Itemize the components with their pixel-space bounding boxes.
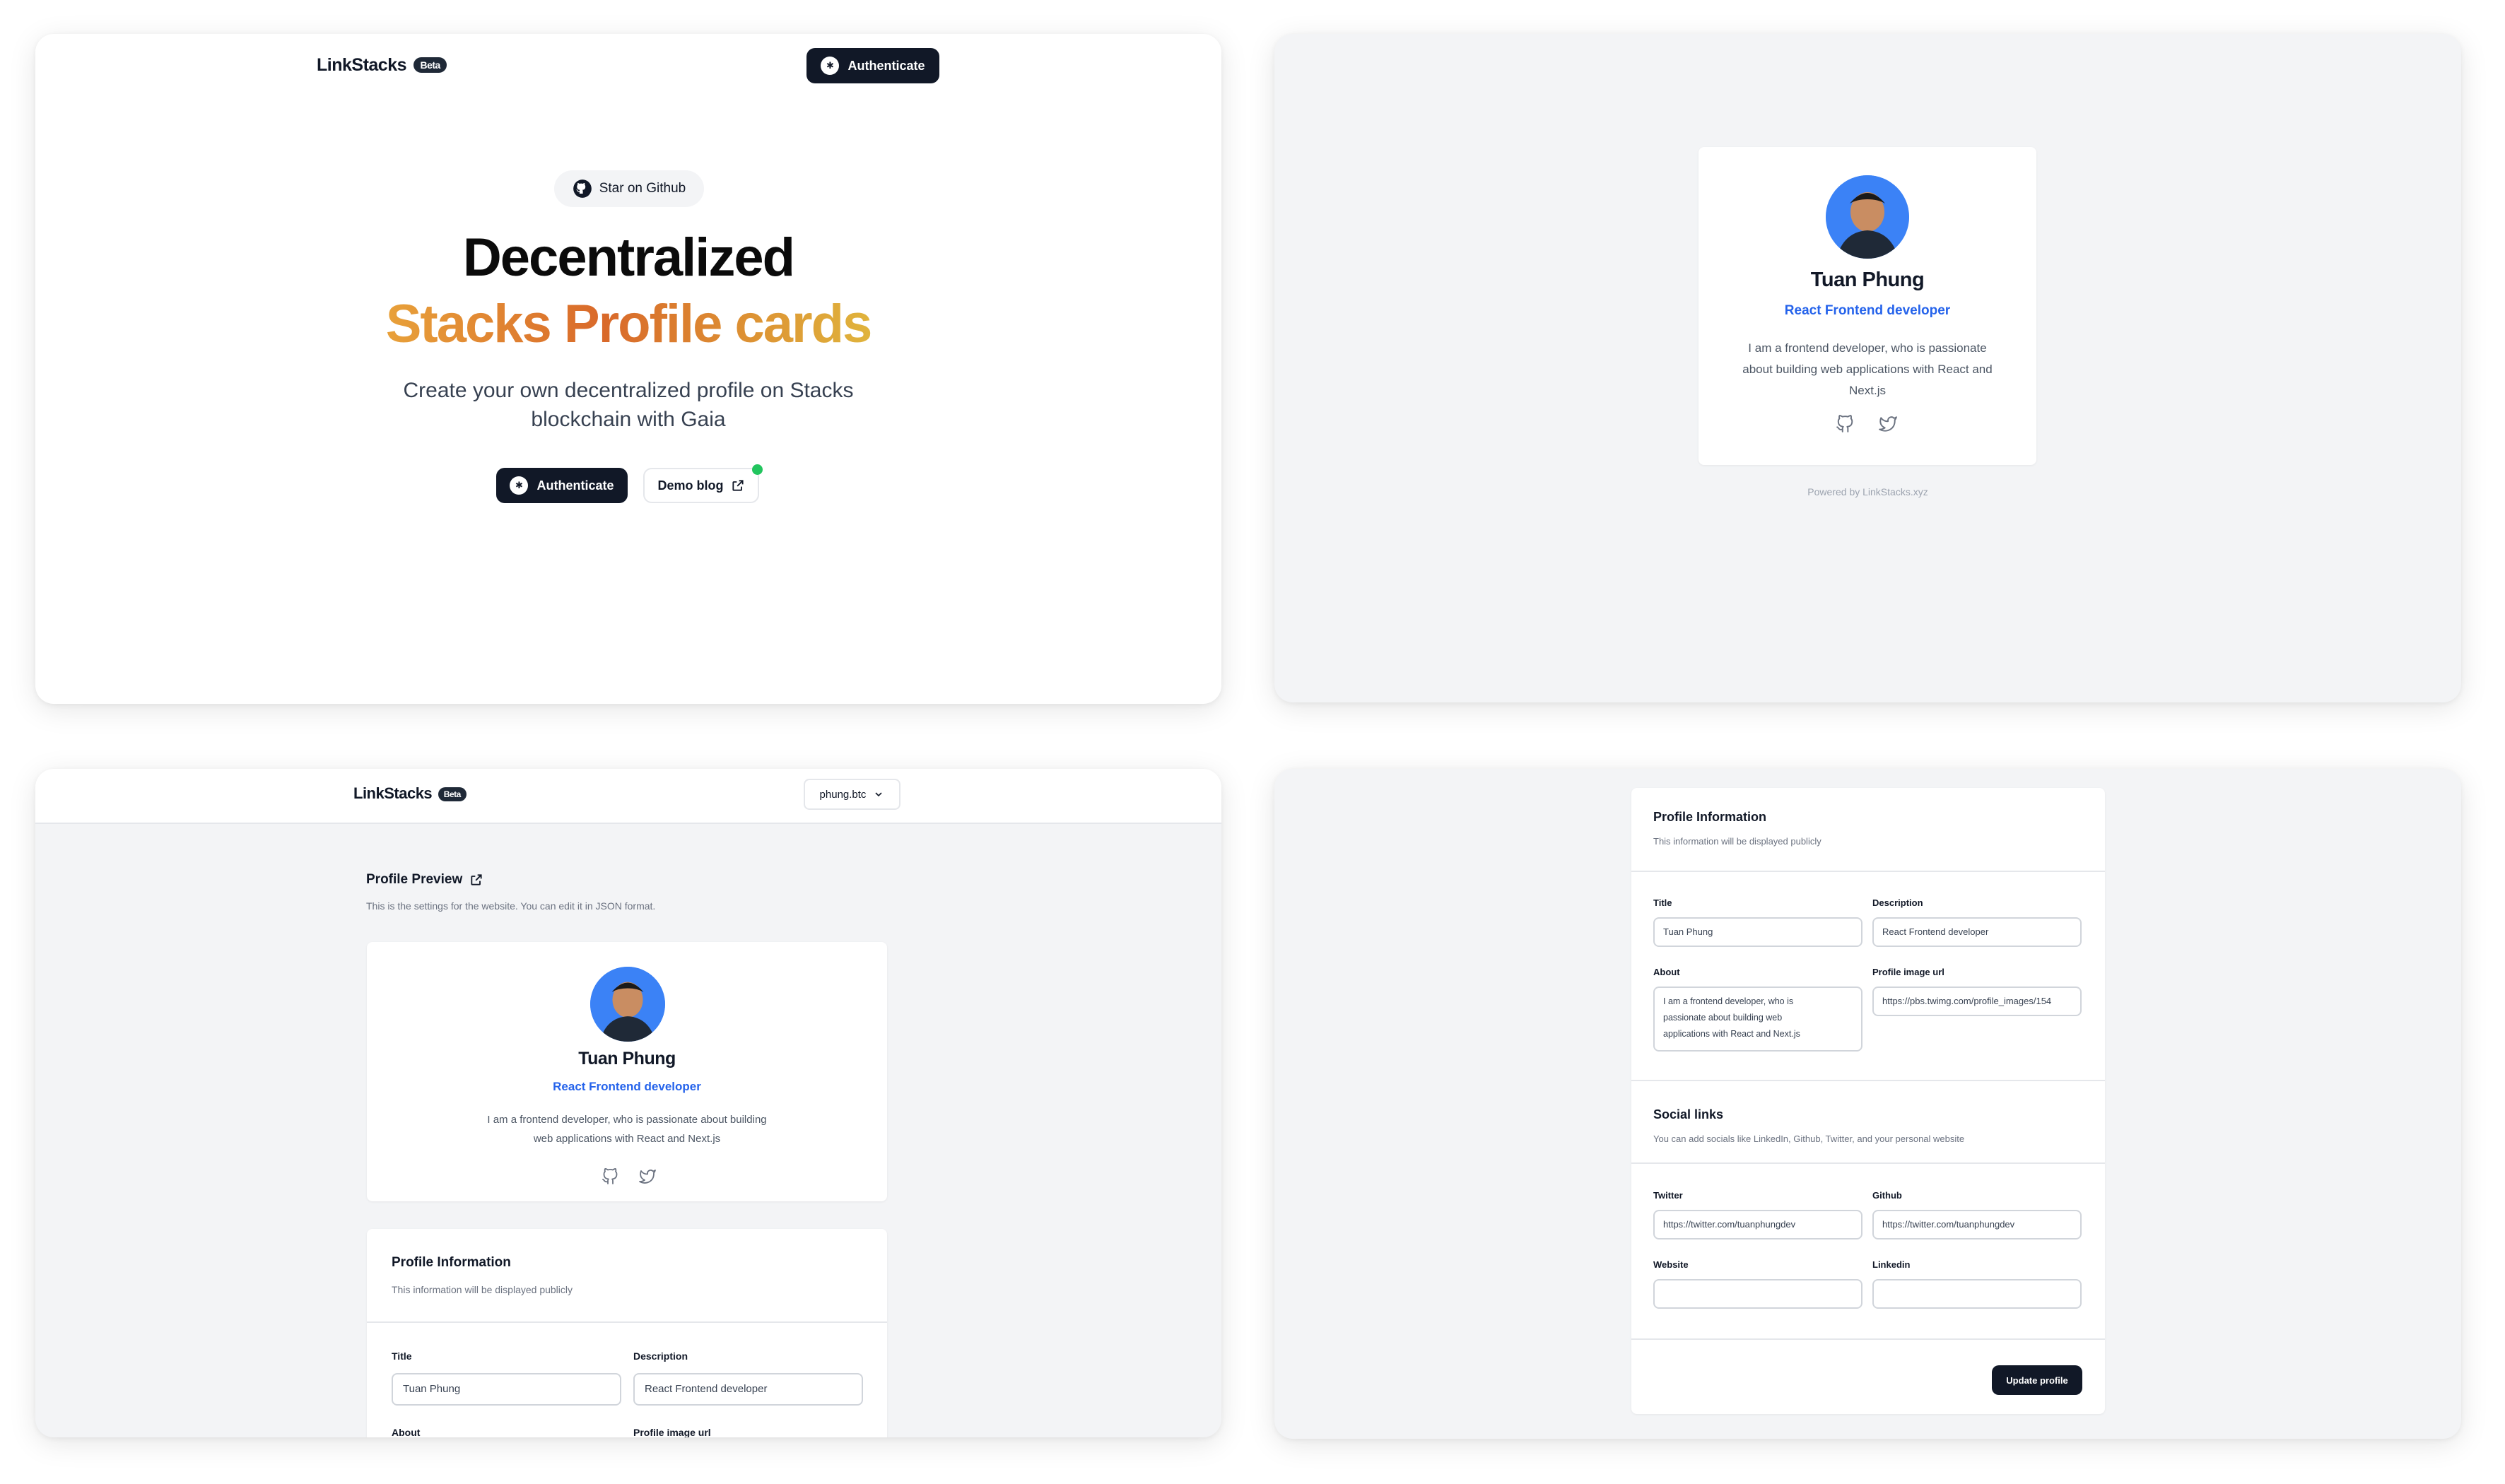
hero-authenticate-label: Authenticate (536, 478, 614, 493)
twitter-input[interactable]: https://twitter.com/tuanphungdev (1653, 1210, 1862, 1239)
avatar-image (590, 967, 665, 1042)
github-input[interactable]: https://twitter.com/tuanphungdev (1872, 1210, 2082, 1239)
profile-about-line: web applications with React and Next.js (533, 1133, 721, 1145)
profile-about-line: I am a frontend developer, who is passio… (487, 1114, 767, 1126)
headline-gradient-text: Stacks Profile cards (385, 294, 873, 354)
profile-image-url-label: Profile image url (1872, 967, 1944, 977)
divider (1631, 871, 2105, 872)
powered-by-footer: Powered by LinkStacks.xyz (1807, 486, 1928, 497)
star-on-github-pill[interactable]: Star on Github (554, 170, 704, 207)
landing-screen: LinkStacks Beta ✱ Authenticate Star on G… (35, 34, 1221, 704)
headline-line-1: Decentralized (462, 228, 795, 288)
profile-preview-subtitle: This is the settings for the website. Yo… (366, 900, 656, 912)
beta-badge: Beta (413, 57, 447, 73)
profile-preview-title: Profile Preview (366, 872, 463, 887)
external-link-icon (471, 874, 482, 885)
section-title: Profile Information (1653, 810, 1767, 824)
nav-authenticate-button[interactable]: ✱ Authenticate (806, 48, 939, 83)
description-input[interactable]: React Frontend developer (1872, 917, 2082, 947)
status-dot (752, 464, 763, 475)
account-name: phung.btc (819, 788, 867, 801)
about-label: About (392, 1427, 421, 1437)
profile-information-card: Profile Information This information wil… (367, 1229, 887, 1437)
avatar-image (1826, 175, 1909, 259)
dashboard-screen: LinkStacks Beta phung.btc Profile Previe… (35, 769, 1221, 1437)
public-profile-screen: Tuan Phung React Frontend developer I am… (1274, 34, 2461, 702)
linkedin-input[interactable] (1872, 1279, 2082, 1309)
about-textarea-line: passionate about building web (1663, 1013, 1783, 1023)
hero-subtitle-line-2: blockchain with Gaia (531, 408, 726, 431)
section-subtitle: This information will be displayed publi… (1653, 836, 1821, 847)
description-label: Description (1872, 897, 1923, 908)
demo-blog-button[interactable]: Demo blog (643, 468, 759, 503)
avatar (1826, 175, 1909, 259)
twitter-icon[interactable] (638, 1168, 657, 1185)
github-icon[interactable] (1836, 415, 1854, 433)
profile-image-url-label: Profile image url (633, 1427, 711, 1437)
description-input[interactable]: React Frontend developer (633, 1373, 863, 1406)
headline-line-2: Stacks Profile cards (35, 293, 1221, 355)
social-links-title: Social links (1653, 1107, 1724, 1121)
profile-about-line: I am a frontend developer, who is passio… (1748, 341, 1987, 355)
hero-authenticate-button[interactable]: ✱ Authenticate (496, 468, 628, 503)
demo-blog-label: Demo blog (657, 478, 724, 493)
twitter-icon[interactable] (1878, 415, 1898, 433)
external-link-icon (732, 480, 744, 491)
title-input[interactable]: Tuan Phung (392, 1373, 621, 1406)
brand-name: LinkStacks (317, 55, 407, 75)
hero-subtitle: Create your own decentralized profile on… (35, 376, 1221, 434)
title-label: Title (1653, 897, 1672, 908)
preview-card: Tuan Phung React Frontend developer I am… (367, 942, 887, 1201)
twitter-label: Twitter (1653, 1190, 1683, 1201)
stacks-icon: ✱ (510, 476, 529, 495)
brand-name: LinkStacks (353, 784, 433, 802)
section-subtitle: This information will be displayed publi… (392, 1284, 573, 1295)
divider (367, 1321, 887, 1323)
hero-subtitle-line-1: Create your own decentralized profile on… (403, 379, 854, 402)
profile-preview-heading[interactable]: Profile Preview (366, 872, 483, 888)
profile-name: Tuan Phung (1810, 269, 1925, 291)
profile-name: Tuan Phung (578, 1049, 676, 1068)
about-textarea-line: I am a frontend developer, who is (1663, 996, 1794, 1006)
profile-about: I am a frontend developer, who is passio… (1727, 338, 2008, 401)
title-input[interactable]: Tuan Phung (1653, 917, 1862, 947)
brand-logo[interactable]: LinkStacks Beta (353, 784, 467, 803)
star-on-github-label: Star on Github (599, 181, 686, 196)
linkedin-label: Linkedin (1872, 1259, 1911, 1270)
github-icon (573, 179, 592, 198)
divider (1631, 1338, 2105, 1340)
github-label: Github (1872, 1190, 1902, 1201)
profile-about: I am a frontend developer, who is passio… (367, 1110, 887, 1148)
profile-about-line: about building web applications with Rea… (1742, 363, 1993, 376)
profile-role: React Frontend developer (1784, 303, 1951, 318)
nav-authenticate-label: Authenticate (847, 58, 925, 73)
website-input[interactable] (1653, 1279, 1862, 1309)
profile-about-line: Next.js (1849, 384, 1886, 397)
about-textarea[interactable]: I am a frontend developer, who is passio… (1653, 987, 1862, 1052)
about-label: About (1653, 967, 1680, 977)
brand-logo[interactable]: LinkStacks Beta (317, 55, 447, 76)
chevron-down-icon (875, 792, 883, 797)
website-label: Website (1653, 1259, 1689, 1270)
github-icon[interactable] (602, 1168, 618, 1185)
title-label: Title (392, 1350, 412, 1362)
stacks-icon: ✱ (821, 57, 840, 75)
account-dropdown[interactable]: phung.btc (804, 779, 900, 810)
top-navbar: LinkStacks Beta phung.btc (35, 769, 1221, 824)
profile-image-url-input[interactable]: https://pbs.twimg.com/profile_images/154 (1872, 987, 2082, 1016)
avatar (590, 967, 665, 1042)
profile-role: React Frontend developer (553, 1080, 701, 1093)
divider (1631, 1080, 2105, 1081)
beta-badge: Beta (438, 787, 467, 801)
about-textarea-line: applications with React and Next.js (1663, 1029, 1800, 1039)
description-label: Description (633, 1350, 688, 1362)
social-links-subtitle: You can add socials like LinkedIn, Githu… (1653, 1133, 1965, 1144)
update-profile-button[interactable]: Update profile (1992, 1365, 2082, 1395)
edit-profile-screen: Profile Information This information wil… (1274, 769, 2461, 1439)
divider (1631, 1162, 2105, 1164)
edit-profile-form: Profile Information This information wil… (1631, 788, 2105, 1414)
section-title: Profile Information (392, 1255, 511, 1270)
profile-card: Tuan Phung React Frontend developer I am… (1699, 147, 2036, 465)
